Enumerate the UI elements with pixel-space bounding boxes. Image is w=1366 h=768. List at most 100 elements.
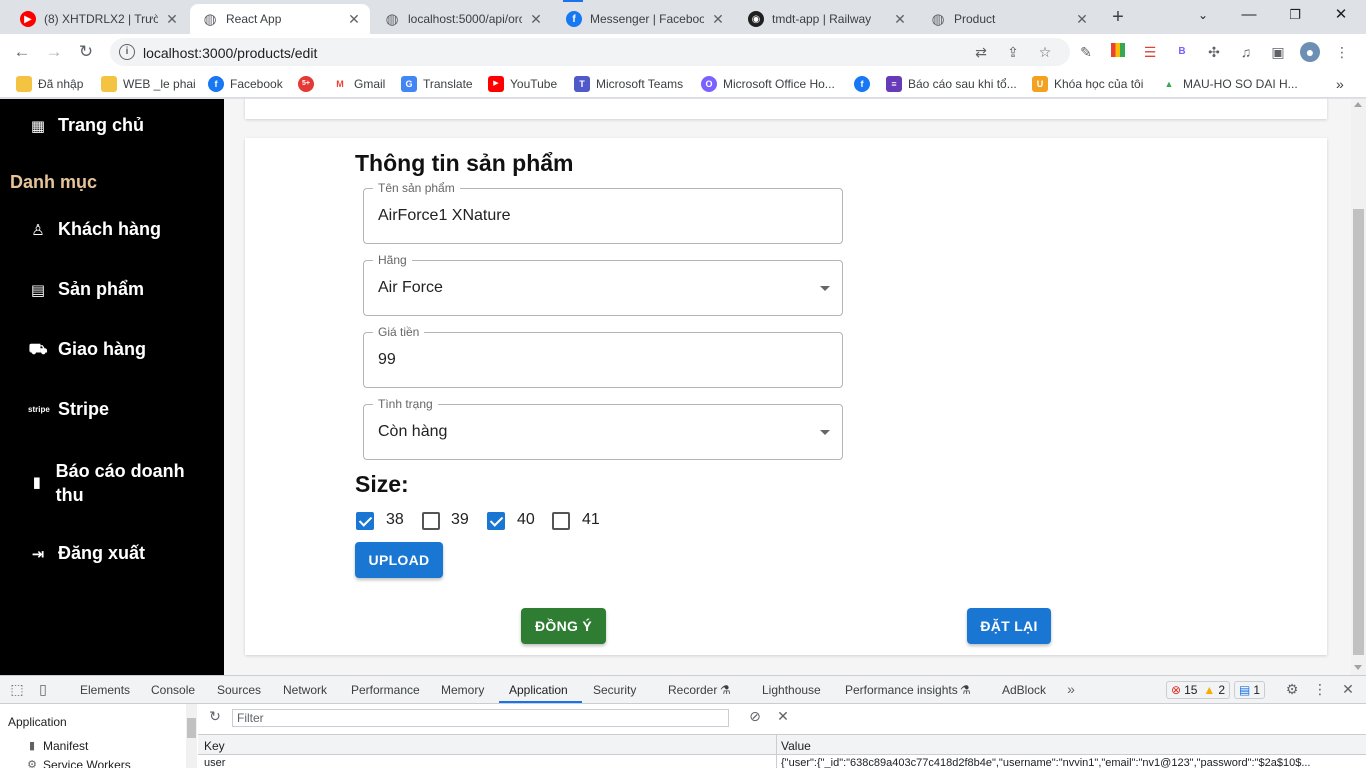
sidebar-item-revenue-report[interactable]: ▮ Báo cáo doanh thu — [28, 459, 198, 507]
scrollbar-thumb[interactable] — [187, 718, 196, 738]
extensions-puzzle-icon[interactable]: ✣ — [1204, 42, 1224, 62]
refresh-icon[interactable]: ↻ — [206, 708, 224, 725]
bookmark-badge[interactable]: 5+ — [298, 76, 320, 92]
settings-gear-icon[interactable]: ⚙ — [1283, 681, 1301, 698]
share-icon[interactable]: ⇪ — [1004, 43, 1022, 61]
sidebar-item-logout[interactable]: ⇥ Đăng xuất — [28, 543, 145, 564]
scroll-down-icon[interactable] — [1354, 665, 1362, 670]
scrollbar-thumb[interactable] — [1353, 209, 1364, 655]
devtools-tab-performance-insights[interactable]: Performance insights — [845, 683, 958, 697]
address-bar[interactable]: i localhost:3000/products/edit ⇄ ⇪ ☆ — [110, 38, 1070, 66]
bookmark-da-nhap[interactable]: Đã nhập — [16, 76, 83, 92]
bookmark-mau-ho-so[interactable]: ▲ MAU-HO SO DAI H... — [1161, 76, 1298, 92]
size-checkbox-39[interactable] — [422, 512, 440, 530]
devtools-tab-recorder[interactable]: Recorder — [668, 683, 717, 697]
price-field[interactable]: Giá tiền 99 — [363, 325, 843, 388]
upload-button[interactable]: UPLOAD — [355, 542, 443, 578]
page-scrollbar[interactable] — [1351, 99, 1366, 675]
bookmark-facebook-2[interactable]: f — [854, 76, 876, 92]
tab-react-app[interactable]: ◍ React App ✕ — [190, 4, 370, 34]
close-icon[interactable]: ✕ — [710, 11, 726, 28]
sidebar-item-products[interactable]: ▤ Sản phẩm — [28, 279, 144, 300]
devtools-tab-adblock[interactable]: AdBlock — [1002, 683, 1046, 697]
close-icon[interactable]: ✕ — [346, 11, 362, 28]
translate-icon[interactable]: ⇄ — [972, 43, 990, 61]
back-button[interactable]: ← — [10, 40, 34, 64]
table-row[interactable]: user {"user":{"_id":"638c89a403c77c418d2… — [198, 755, 1366, 768]
status-select[interactable]: Tình trạng Còn hàng — [363, 397, 843, 460]
extension-colorful-icon[interactable] — [1108, 42, 1128, 62]
tab-search-chevron-icon[interactable]: ⌄ — [1180, 0, 1226, 32]
brand-select[interactable]: Hãng Air Force — [363, 253, 843, 316]
bookmark-star-icon[interactable]: ☆ — [1036, 43, 1054, 61]
bookmarks-overflow-chevron-icon[interactable]: » — [1336, 76, 1344, 92]
sidebar-scrollbar[interactable] — [186, 704, 197, 768]
messages-badge[interactable]: ▤ 1 — [1234, 681, 1266, 699]
extension-b-icon[interactable]: B — [1172, 42, 1192, 62]
sidebar-item-customers[interactable]: ♙ Khách hàng — [28, 219, 161, 240]
devtools-kebab-icon[interactable]: ⋮ — [1311, 681, 1329, 698]
media-control-icon[interactable]: ♫ — [1236, 42, 1256, 62]
tab-product[interactable]: ◍ Product ✕ — [918, 4, 1098, 34]
bookmark-facebook[interactable]: f Facebook — [208, 76, 283, 92]
bookmark-office[interactable]: O Microsoft Office Ho... — [701, 76, 835, 92]
close-window-button[interactable]: ✕ — [1318, 0, 1364, 32]
menu-kebab-icon[interactable]: ⋮ — [1332, 42, 1352, 62]
close-icon[interactable]: ✕ — [1074, 11, 1090, 28]
sidebar-item-stripe[interactable]: stripe Stripe — [28, 399, 109, 420]
side-panel-icon[interactable]: ▣ — [1268, 42, 1288, 62]
submit-button[interactable]: ĐỒNG Ý — [521, 608, 606, 644]
devtools-tab-network[interactable]: Network — [283, 683, 327, 697]
tab-messenger[interactable]: f Messenger | Facebook ✕ — [554, 4, 734, 34]
reset-button[interactable]: ĐẶT LẠI — [967, 608, 1051, 644]
todoist-icon[interactable]: ☰ — [1140, 42, 1160, 62]
more-tabs-chevron-icon[interactable]: » — [1062, 681, 1080, 697]
column-header-key[interactable]: Key — [204, 739, 225, 753]
bookmark-web-le-phai[interactable]: WEB _le phai — [101, 76, 196, 92]
reading-icon[interactable]: ✎ — [1076, 42, 1096, 62]
product-name-field[interactable]: Tên sản phẩm AirForce1 XNature — [363, 181, 843, 244]
bookmark-translate[interactable]: G Translate — [401, 76, 473, 92]
new-tab-button[interactable]: + — [1106, 6, 1130, 30]
devtools-tab-performance[interactable]: Performance — [351, 683, 420, 697]
devtools-tab-lighthouse[interactable]: Lighthouse — [762, 683, 821, 697]
delete-selected-icon[interactable]: ✕ — [774, 708, 792, 725]
devtools-tab-memory[interactable]: Memory — [441, 683, 484, 697]
restore-button[interactable]: ❐ — [1272, 0, 1318, 32]
devtools-tab-elements[interactable]: Elements — [80, 683, 130, 697]
sidebar-item-service-workers[interactable]: ⚙ Service Workers — [26, 758, 131, 768]
bookmark-bao-cao[interactable]: ≡ Báo cáo sau khi tổ... — [886, 76, 1017, 92]
size-checkbox-40[interactable] — [487, 512, 505, 530]
sidebar-item-home[interactable]: ▦ Trang chủ — [28, 115, 144, 136]
close-icon[interactable]: ✕ — [528, 11, 544, 28]
sidebar-item-manifest[interactable]: ▮ Manifest — [26, 739, 88, 753]
minimize-button[interactable]: — — [1226, 0, 1272, 32]
site-info-icon[interactable]: i — [119, 44, 135, 60]
close-icon[interactable]: ✕ — [164, 11, 180, 28]
issues-badge[interactable]: ⊗ 15 ▲ 2 — [1166, 681, 1230, 699]
reload-button[interactable]: ↻ — [74, 40, 98, 64]
devtools-tab-application[interactable]: Application — [509, 683, 568, 697]
bookmark-teams[interactable]: T Microsoft Teams — [574, 76, 683, 92]
column-header-value[interactable]: Value — [781, 739, 811, 753]
tab-railway[interactable]: ◉ tmdt-app | Railway ✕ — [736, 4, 916, 34]
bookmark-youtube[interactable]: ▶ YouTube — [488, 76, 557, 92]
devtools-tab-security[interactable]: Security — [593, 683, 636, 697]
size-checkbox-38[interactable] — [356, 512, 374, 530]
forward-button[interactable]: → — [42, 40, 66, 64]
devtools-tab-sources[interactable]: Sources — [217, 683, 261, 697]
devtools-tab-console[interactable]: Console — [151, 683, 195, 697]
clear-all-icon[interactable]: ⊘ — [746, 708, 764, 725]
close-devtools-icon[interactable]: ✕ — [1339, 681, 1357, 698]
close-icon[interactable]: ✕ — [892, 11, 908, 28]
bookmark-gmail[interactable]: M Gmail — [332, 76, 385, 92]
tab-api[interactable]: ◍ localhost:5000/api/orc ✕ — [372, 4, 552, 34]
sidebar-item-shipping[interactable]: ⛟ Giao hàng — [28, 339, 146, 360]
scroll-up-icon[interactable] — [1354, 102, 1362, 107]
profile-avatar[interactable]: ● — [1300, 42, 1320, 62]
tab-youtube[interactable]: ▶ (8) XHTDRLX2 | Trường ✕ — [8, 4, 188, 34]
filter-input[interactable]: Filter — [232, 709, 729, 727]
inspect-element-icon[interactable]: ⬚ — [8, 681, 26, 698]
device-toolbar-icon[interactable]: ▯ — [34, 681, 52, 698]
bookmark-khoa-hoc[interactable]: U Khóa học của tôi — [1032, 76, 1143, 92]
